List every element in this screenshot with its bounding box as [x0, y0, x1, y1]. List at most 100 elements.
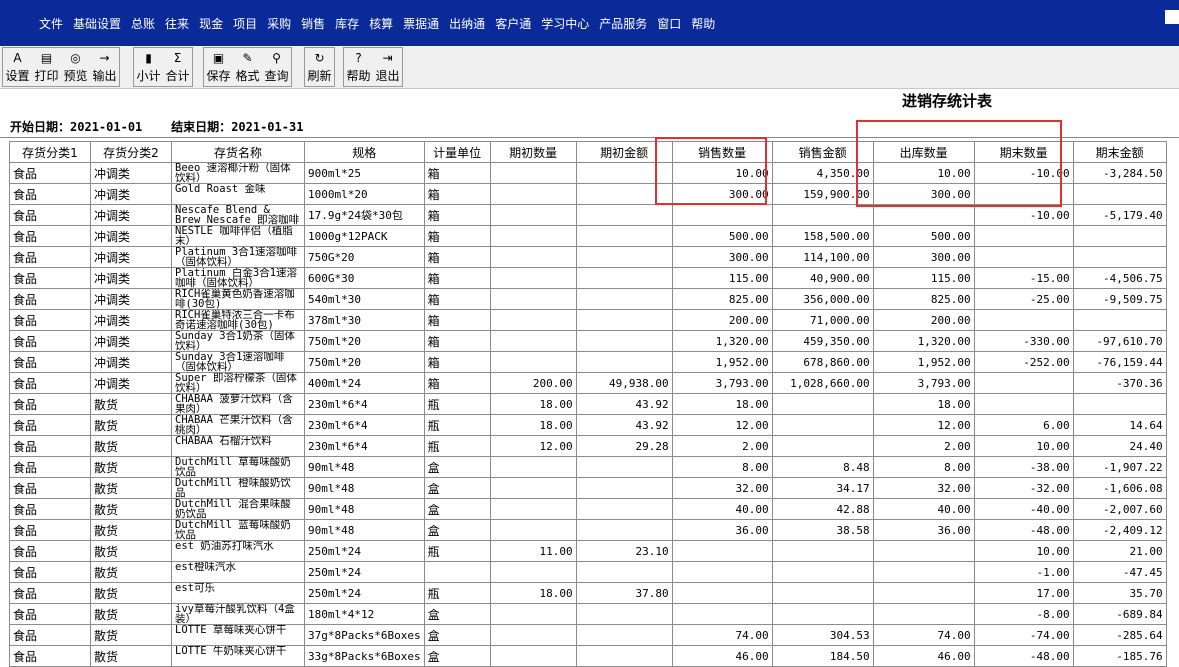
table-cell: 35.70 — [1072, 582, 1167, 604]
table-row[interactable]: 食品 散货 DutchMill 橙味酸奶饮品 90ml*48 盒 32.00 34.17 32… — [9, 477, 1167, 499]
menu-item[interactable]: 窗口 — [652, 15, 686, 33]
table-row[interactable]: 食品 冲调类 Platinum 3合1速溶咖啡（固体饮料） 750G*20 箱 300.0… — [9, 246, 1167, 268]
table-cell — [489, 624, 577, 646]
table-cell: 230ml*6*4 — [304, 435, 425, 457]
table-cell: 90ml*48 — [304, 498, 425, 520]
menu-item[interactable]: 帮助 — [686, 15, 720, 33]
table-cell — [575, 498, 673, 520]
menu-item[interactable]: 客户通 — [490, 15, 536, 33]
column-header[interactable]: 期末金额 — [1072, 141, 1167, 163]
table-cell: 食品 — [9, 288, 91, 310]
toolbar-button-label: 合计 — [165, 69, 190, 83]
table-cell: 10.00 — [973, 435, 1074, 457]
subtotal-icon: ▮ — [145, 51, 152, 65]
column-header[interactable]: 存货分类1 — [9, 141, 91, 163]
table-cell: 散货 — [90, 603, 172, 625]
table-row[interactable]: 食品 冲调类 Super 即溶柠檬茶（固体饮料） 400ml*24 箱 200.00 49,… — [9, 372, 1167, 394]
table-row[interactable]: 食品 冲调类 Sunday 3合1奶茶（固体饮料） 750ml*20 箱 1,320.00… — [9, 330, 1167, 352]
table-cell — [1072, 393, 1167, 415]
table-row[interactable]: 食品 散货 est 奶油苏打味汽水 250ml*24 瓶 11.00 23.10 10.00 2… — [9, 540, 1167, 562]
table-cell: 38.58 — [771, 519, 874, 541]
table-cell: 37g*8Packs*6Boxes — [304, 624, 425, 646]
table-cell: 食品 — [9, 162, 91, 184]
preview-button[interactable]: ◎ 预览 — [61, 48, 90, 86]
format-button[interactable]: ✎ 格式 — [233, 48, 262, 86]
table-row[interactable]: 食品 散货 LOTTE 牛奶味夹心饼干 33g*8Packs*6Boxes 盒 46.00… — [9, 645, 1167, 667]
menu-item[interactable]: 文件 — [34, 15, 68, 33]
table-row[interactable]: 食品 冲调类 Nescafe Blend & Brew Nescafe 即溶咖啡 17… — [9, 204, 1167, 226]
menu-item[interactable]: 票据通 — [398, 15, 444, 33]
query-button[interactable]: ⚲ 查询 — [262, 48, 291, 86]
help-button[interactable]: ? 帮助 — [344, 48, 373, 86]
total-button[interactable]: Σ 合计 — [163, 48, 192, 86]
refresh-button[interactable]: ↻ 刷新 — [305, 48, 334, 86]
table-cell: 250ml*24 — [304, 561, 425, 583]
table-cell: 12.00 — [872, 414, 975, 436]
table-row[interactable]: 食品 散货 CHABAA 石榴汁饮料 230ml*6*4 瓶 12.00 29.28 2.00… — [9, 435, 1167, 457]
table-row[interactable]: 食品 冲调类 RICH雀巢特浓三合一卡布奇诺速溶咖啡(30包) 378ml*30 箱 20… — [9, 309, 1167, 331]
table-row[interactable]: 食品 冲调类 Platinum 白金3合1速溶咖啡（固体饮料） 600G*30 箱 115… — [9, 267, 1167, 289]
table-cell — [489, 519, 577, 541]
menu-item[interactable]: 产品服务 — [594, 15, 652, 33]
table-cell: -38.00 — [973, 456, 1074, 478]
exit-button[interactable]: ⇥ 退出 — [373, 48, 402, 86]
table-row[interactable]: 食品 散货 DutchMill 混合果味酸奶饮品 90ml*48 盒 40.00 42.88… — [9, 498, 1167, 520]
table-row[interactable]: 食品 冲调类 NESTLE 咖啡伴侣（植脂末） 1000g*12PACK 箱 500.00… — [9, 225, 1167, 247]
table-row[interactable]: 食品 散货 LOTTE 草莓味夹心饼干 37g*8Packs*6Boxes 盒 74.00… — [9, 624, 1167, 646]
table-cell: 90ml*48 — [304, 519, 425, 541]
table-cell — [973, 309, 1074, 331]
print-button[interactable]: ▤ 打印 — [32, 48, 61, 86]
toolbar-button-label: 退出 — [375, 69, 400, 83]
menu-item[interactable]: 往来 — [160, 15, 194, 33]
table-row[interactable]: 食品 冲调类 RICH雀巢黄色奶香速溶咖啡(30包) 540ml*30 箱 825.00 3… — [9, 288, 1167, 310]
table-cell: 食品 — [9, 624, 91, 646]
table-row[interactable]: 食品 散货 ivy草莓汁酸乳饮料（4盒装） 180ml*4*12 盒 -8.00 -689.… — [9, 603, 1167, 625]
menu-item[interactable]: 出纳通 — [444, 15, 490, 33]
setup-button[interactable]: A 设置 — [3, 48, 32, 86]
table-row[interactable]: 食品 散货 CHABAA 菠萝汁饮料（含果肉） 230ml*6*4 瓶 18.00 43.9… — [9, 393, 1167, 415]
column-header[interactable]: 存货分类2 — [90, 141, 172, 163]
table-cell: -689.84 — [1072, 603, 1167, 625]
save-button[interactable]: ▣ 保存 — [204, 48, 233, 86]
table-row[interactable]: 食品 散货 CHABAA 芒果汁饮料（含桃肉） 230ml*6*4 瓶 18.00 43.9… — [9, 414, 1167, 436]
table-cell: DutchMill 橙味酸奶饮品 — [171, 477, 305, 499]
menu-item[interactable]: 项目 — [228, 15, 262, 33]
end-date-label: 结束日期： — [171, 120, 232, 134]
table-row[interactable]: 食品 散货 est可乐 250ml*24 瓶 18.00 37.80 17.00 35.70 — [9, 582, 1167, 604]
table-cell: 356,000.00 — [771, 288, 874, 310]
column-header[interactable]: 期初数量 — [489, 141, 577, 163]
table-cell: 散货 — [90, 561, 172, 583]
column-header[interactable]: 计量单位 — [423, 141, 491, 163]
table-row[interactable]: 食品 散货 DutchMill 蓝莓味酸奶饮品 90ml*48 盒 36.00 38.58 3… — [9, 519, 1167, 541]
table-cell — [575, 267, 673, 289]
export-button[interactable]: → 输出 — [90, 48, 119, 86]
table-cell: 箱 — [423, 288, 491, 310]
column-header[interactable]: 规格 — [304, 141, 425, 163]
table-cell: 74.00 — [872, 624, 975, 646]
table-row[interactable]: 食品 散货 est橙味汽水 250ml*24 -1.00 -47.45 — [9, 561, 1167, 583]
menu-item[interactable]: 现金 — [194, 15, 228, 33]
menu-item[interactable]: 库存 — [330, 15, 364, 33]
table-cell: 42.88 — [771, 498, 874, 520]
table-cell: 食品 — [9, 498, 91, 520]
menu-item[interactable]: 核算 — [364, 15, 398, 33]
toolbar-button-label: 查询 — [264, 69, 289, 83]
table-cell: -5,179.40 — [1072, 204, 1167, 226]
menu-item[interactable]: 学习中心 — [536, 15, 594, 33]
table-row[interactable]: 食品 冲调类 Sunday 3合1速溶咖啡（固体饮料） 750ml*20 箱 1,952.… — [9, 351, 1167, 373]
menu-item[interactable]: 销售 — [296, 15, 330, 33]
table-cell — [489, 351, 577, 373]
menu-item[interactable]: 总账 — [126, 15, 160, 33]
table-cell — [489, 477, 577, 499]
table-cell: 17.9g*24袋*30包 — [304, 204, 425, 226]
table-cell: 300.00 — [872, 246, 975, 268]
menu-item[interactable]: 采购 — [262, 15, 296, 33]
table-cell: 食品 — [9, 267, 91, 289]
subtotal-button[interactable]: ▮ 小计 — [134, 48, 163, 86]
table-row[interactable]: 食品 散货 DutchMill 草莓味酸奶饮品 90ml*48 盒 8.00 8.48 8.0… — [9, 456, 1167, 478]
menu-item[interactable]: 基础设置 — [68, 15, 126, 33]
table-cell: 食品 — [9, 246, 91, 268]
column-header[interactable]: 存货名称 — [171, 141, 305, 163]
table-cell: 230ml*6*4 — [304, 393, 425, 415]
toolbar-button-label: 输出 — [92, 69, 117, 83]
